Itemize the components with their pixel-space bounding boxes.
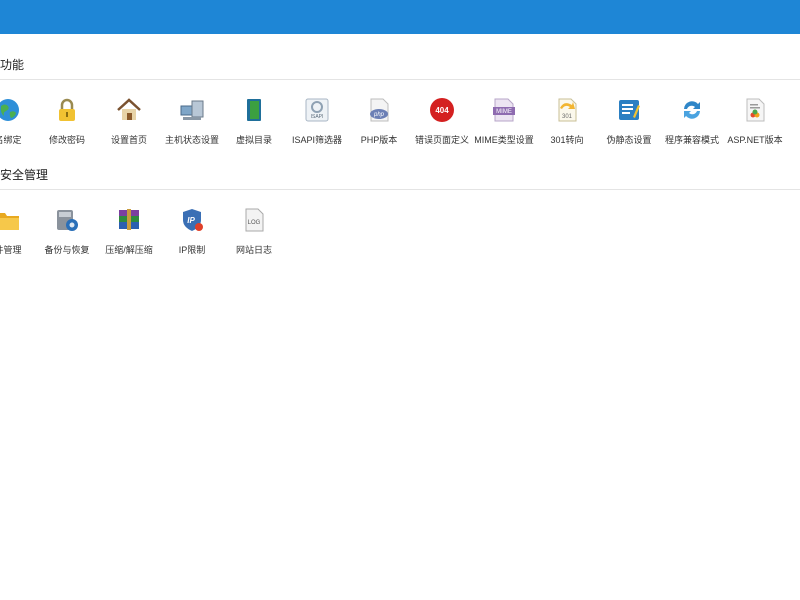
tile-compat-mode[interactable]: 程序兼容模式 [662,97,722,149]
globe-icon [0,99,19,121]
tile-site-log[interactable]: LOG 网站日志 [224,207,284,259]
error-404-icon: 404 [430,98,454,122]
ip-shield-icon: IP [183,209,203,231]
tile-set-homepage[interactable]: 设置首页 [99,97,159,149]
tile-change-password[interactable]: 修改密码 [37,97,97,149]
section-divider [0,79,800,80]
svg-text:php: php [373,112,385,118]
folder-book-icon [247,99,261,121]
top-bar [0,0,800,34]
tile-backup-restore[interactable]: 备份与恢复 [37,207,97,259]
svg-text:ISAPI: ISAPI [311,114,324,120]
folder-icon [0,213,19,230]
mime-icon: MIME [493,98,515,122]
aspnet-icon [746,98,765,122]
tile-isapi-filter[interactable]: ISAPI ISAPI筛选器 [287,97,347,149]
tile-label: ASP.NET版本 [727,135,783,145]
computer-icon [180,100,204,120]
tile-mime-types[interactable]: MIME MIME类型设置 [474,97,534,149]
home-icon [117,98,141,120]
refresh-icon [684,101,700,119]
svg-text:301: 301 [562,114,573,120]
section-title-security: 安全管理 [0,168,49,182]
lock-icon [59,98,75,121]
isapi-icon: ISAPI [305,98,329,122]
tile-301-redirect[interactable]: 301 301转向 [537,97,597,149]
svg-text:MIME: MIME [496,109,512,115]
tile-url-rewrite[interactable]: 伪静态设置 [599,97,659,149]
tile-ip-restriction[interactable]: IP IP限制 [162,207,222,259]
section-divider [0,189,800,190]
tile-php-version[interactable]: php PHP版本 [349,97,409,149]
backup-icon [57,210,78,231]
tile-label: 网站日志 [235,245,272,255]
tile-host-status[interactable]: 主机状态设置 [162,97,222,149]
archive-icon [119,209,139,230]
rewrite-icon [619,100,640,120]
php-icon: php [370,98,389,122]
log-icon: LOG [245,208,264,232]
svg-text:LOG: LOG [248,220,261,226]
tile-aspnet-version[interactable]: ASP.NET版本 [725,97,785,149]
tile-error-page[interactable]: 404 错误页面定义 [412,97,472,149]
tile-virtual-directory[interactable]: 虚拟目录 [224,97,284,149]
section-title-functions: 功能 [0,58,25,72]
svg-text:404: 404 [435,106,449,115]
svg-text:IP: IP [187,216,195,225]
tile-compress-extract[interactable]: 压缩/解压缩 [99,207,159,259]
redirect-301-icon: 301 [558,98,577,122]
